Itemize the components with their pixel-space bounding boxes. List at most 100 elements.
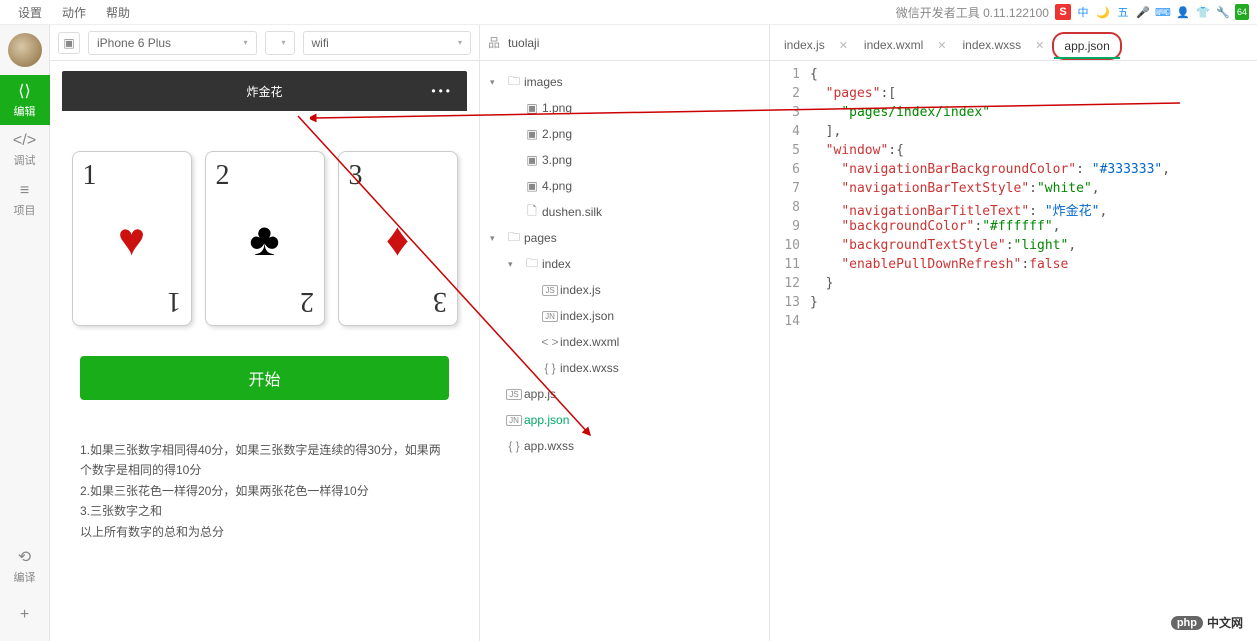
avatar[interactable] (8, 33, 42, 67)
image-icon: ▣ (522, 101, 542, 115)
editor-panel: index.js✕index.wxml✕index.wxss✕app.json … (770, 25, 1257, 641)
sidebar-project-label: 项目 (14, 202, 36, 218)
file-tree-item[interactable]: ▣4.png (480, 173, 769, 199)
device-network-select[interactable]: wifi ▾ (303, 31, 472, 55)
tab-label: index.js (784, 38, 825, 52)
file-name: index (542, 257, 571, 271)
sim-nav-bar: 炸金花 ••• (62, 71, 467, 111)
file-name: 4.png (542, 179, 572, 193)
device-rotate-icon[interactable]: ▣ (58, 32, 80, 54)
watermark-text: 中文网 (1207, 614, 1243, 631)
ime-zh-icon: 中 (1075, 4, 1091, 20)
line-number: 13 (770, 295, 800, 314)
more-icon[interactable]: ••• (431, 84, 453, 98)
line-number: 8 (770, 200, 800, 219)
file-tree-item[interactable]: ▾🗀index (480, 251, 769, 277)
close-icon[interactable]: ✕ (1035, 39, 1044, 52)
watermark: php 中文网 (1165, 612, 1249, 633)
file-tree-item[interactable]: ▾🗀images (480, 69, 769, 95)
five-icon: 五 (1115, 4, 1131, 20)
editor-tab[interactable]: app.json (1052, 32, 1121, 60)
sim-title: 炸金花 (246, 83, 282, 100)
file-tree-item[interactable]: ▣1.png (480, 95, 769, 121)
sidebar-debug-label: 调试 (14, 152, 36, 168)
line-number: 12 (770, 276, 800, 295)
code-content[interactable]: { "pages":[ "pages/index/index" ], "wind… (810, 67, 1257, 641)
folder-icon: 🗀 (522, 254, 542, 275)
close-icon[interactable]: ✕ (937, 39, 946, 52)
badge-64-icon: 64 (1235, 4, 1249, 20)
file-tree-item[interactable]: { }index.wxss (480, 355, 769, 381)
file-tree-item[interactable]: { }app.wxss (480, 433, 769, 459)
wxss-icon: { } (504, 439, 524, 453)
file-tree-item[interactable]: ▾🗀pages (480, 225, 769, 251)
php-logo-icon: php (1171, 616, 1203, 630)
chevron-down-icon: ▾ (508, 259, 522, 270)
file-tree-item[interactable]: ▣2.png (480, 121, 769, 147)
file-tree-item[interactable]: 🗋dushen.silk (480, 199, 769, 225)
menu-help[interactable]: 帮助 (96, 4, 140, 21)
project-icon: ≡ (20, 182, 29, 200)
sidebar-project[interactable]: ≡ 项目 (0, 175, 50, 225)
sidebar-edit[interactable]: ⟨⟩编辑 (0, 75, 50, 125)
file-tree-item[interactable]: ▣3.png (480, 147, 769, 173)
rule-line: 以上所有数字的总和为总分 (80, 522, 449, 542)
tree-icon[interactable]: 品 (488, 34, 500, 51)
mic-icon: 🎤 (1135, 4, 1151, 20)
menu-settings[interactable]: 设置 (8, 4, 52, 21)
sidebar-edit-label: 编辑 (14, 103, 36, 119)
rule-line: 2.如果三张花色一样得20分，如果两张花色一样得10分 (80, 481, 449, 501)
rule-line: 1.如果三张数字相同得40分，如果三张数字是连续的得30分，如果两个数字是相同的… (80, 440, 449, 481)
sidebar-compile[interactable]: ⟲编译 (0, 541, 50, 591)
keyboard-icon: ⌨ (1155, 4, 1171, 20)
sidebar-debug[interactable]: </>调试 (0, 125, 50, 175)
js-icon: JS (540, 285, 560, 296)
file-name: dushen.silk (542, 205, 602, 219)
wrench-icon: 🔧 (1215, 4, 1231, 20)
json-icon: JN (540, 311, 560, 322)
card-bottom-number: 3 (433, 285, 447, 317)
editor-tab-bar: index.js✕index.wxml✕index.wxss✕app.json (770, 25, 1257, 61)
playing-card: 3 ♦ 3 (338, 151, 458, 326)
code-editor[interactable]: 1234567891011121314 { "pages":[ "pages/i… (770, 61, 1257, 641)
ime-s-icon: S (1055, 4, 1071, 20)
project-root-name: tuolaji (508, 36, 539, 50)
file-name: index.wxss (560, 361, 619, 375)
line-number: 3 (770, 105, 800, 124)
top-menu-bar: 设置 动作 帮助 微信开发者工具 0.11.122100 S 中 🌙 五 🎤 ⌨… (0, 0, 1257, 25)
tab-label: app.json (1064, 39, 1109, 53)
close-icon[interactable]: ✕ (839, 39, 848, 52)
chevron-down-icon: ▾ (490, 233, 504, 244)
tab-label: index.wxml (864, 38, 923, 52)
device-model-select[interactable]: iPhone 6 Plus▾ (88, 31, 257, 55)
js-icon: JS (504, 389, 524, 400)
file-name: app.wxss (524, 439, 574, 453)
editor-tab[interactable]: index.wxml ✕ (856, 30, 955, 60)
device-network-label: wifi (312, 36, 329, 50)
file-name: pages (524, 231, 557, 245)
start-button[interactable]: 开始 (80, 356, 449, 400)
left-sidebar: ⟨⟩编辑 </>调试 ≡ 项目 ⟲编译 + (0, 25, 50, 641)
file-tree-item[interactable]: JSindex.js (480, 277, 769, 303)
editor-tab[interactable]: index.js ✕ (776, 30, 856, 60)
file-tree-item[interactable]: JNindex.json (480, 303, 769, 329)
file-tree-item[interactable]: JNapp.json (480, 407, 769, 433)
menu-actions[interactable]: 动作 (52, 4, 96, 21)
editor-tab[interactable]: index.wxss✕ (954, 30, 1052, 60)
sidebar-add[interactable]: + (0, 591, 50, 641)
file-tree-item[interactable]: JSapp.js (480, 381, 769, 407)
file-name: index.js (560, 283, 601, 297)
chevron-down-icon: ▾ (243, 38, 247, 47)
file-tree-panel: 品 tuolaji ▾🗀images▣1.png▣2.png▣3.png▣4.p… (480, 25, 770, 641)
file-name: images (524, 75, 563, 89)
file-name: 2.png (542, 127, 572, 141)
device-scale-select[interactable]: ▾ (265, 31, 295, 55)
rule-line: 3.三张数字之和 (80, 501, 449, 521)
file-tree-item[interactable]: < >index.wxml (480, 329, 769, 355)
line-number: 5 (770, 143, 800, 162)
file-name: app.js (524, 387, 556, 401)
file-name: index.json (560, 309, 614, 323)
compile-icon: ⟲ (18, 547, 31, 567)
file-name: app.json (524, 413, 569, 427)
chevron-down-icon: ▾ (458, 38, 462, 47)
